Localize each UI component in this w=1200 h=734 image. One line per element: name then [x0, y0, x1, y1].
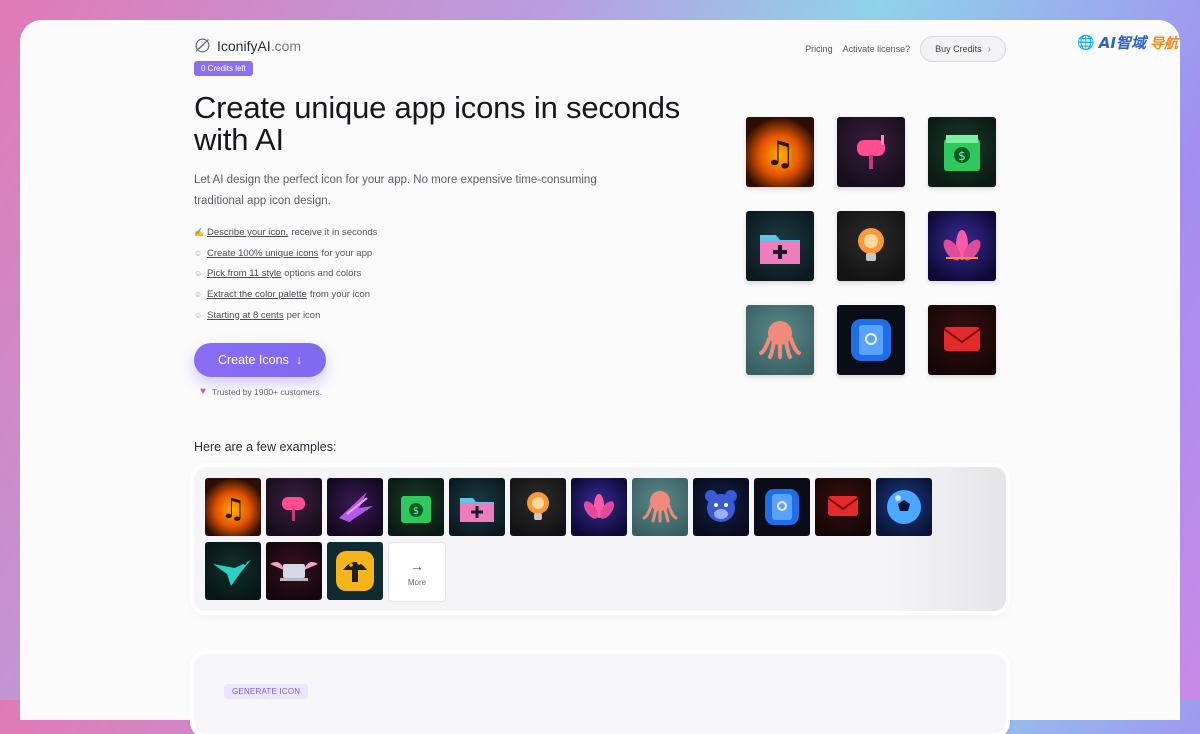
money-book-icon: $ — [928, 117, 996, 187]
soccer-ball-icon[interactable] — [876, 478, 932, 536]
create-icons-button[interactable]: Create Icons ↓ — [194, 343, 326, 377]
feature-item: ✍ Describe your icon, receive it in secon… — [194, 226, 378, 238]
create-icons-label: Create Icons — [217, 353, 289, 367]
watermark-text-nav: 导航 — [1150, 35, 1178, 52]
smile-icon: ☺ — [194, 310, 203, 320]
feature-link[interactable]: Describe your icon, — [207, 227, 288, 238]
app-store-icon[interactable] — [754, 478, 810, 536]
examples-panel: ♫ $ → More — [194, 467, 1006, 611]
lotus-icon[interactable] — [571, 478, 627, 536]
mailbox-icon — [837, 117, 905, 187]
feature-list: ✍ Describe your icon, receive it in secon… — [194, 222, 377, 325]
winged-laptop-icon[interactable] — [266, 542, 322, 600]
hero-title: Create unique app icons in seconds with … — [194, 90, 681, 157]
folder-plus-icon[interactable] — [449, 478, 505, 536]
music-flame-icon: ♫ — [746, 117, 814, 187]
examples-title: Here are a few examples: — [194, 440, 337, 454]
watermark-logo: 🌐 AI智域 导航 — [1077, 32, 1178, 53]
pencil-icon: ✍ — [194, 227, 204, 237]
generate-icon-badge: GENERATE ICON — [224, 684, 309, 699]
globe-icon: 🌐 — [1077, 34, 1095, 51]
more-examples-button[interactable]: → More — [388, 542, 446, 602]
mailbox-icon[interactable] — [266, 478, 322, 536]
svg-text:$: $ — [413, 506, 419, 517]
watermark-text: AI智域 — [1098, 34, 1146, 52]
money-book-icon[interactable]: $ — [388, 478, 444, 536]
app-store-icon — [837, 305, 905, 375]
bird-icon[interactable] — [205, 542, 261, 600]
octopus-icon — [746, 305, 814, 375]
feature-item: ☺ Pick from 11 style options and colors — [194, 268, 362, 280]
envelope-icon — [928, 305, 996, 375]
buy-credits-button[interactable]: Buy Credits › — [920, 36, 1006, 62]
music-flame-icon[interactable]: ♫ — [205, 478, 261, 536]
arrow-right-icon: → — [410, 557, 424, 574]
feature-item: ☺ Create 100% unique icons for your app — [194, 247, 373, 259]
mushroom-icon[interactable] — [327, 542, 383, 600]
chevron-right-icon: › — [987, 43, 991, 55]
arrow-down-icon: ↓ — [295, 353, 303, 367]
feature-link[interactable]: Extract the color palette — [207, 289, 307, 300]
feature-link[interactable]: Create 100% unique icons — [207, 248, 318, 259]
feature-item: ☺ Starting at 8 cents per icon — [194, 309, 321, 321]
trusted-note: ♥ Trusted by 1900+ customers. — [200, 386, 322, 397]
logo-icon — [195, 38, 210, 53]
logo-text: IconifyAI.com — [217, 37, 302, 54]
svg-text:$: $ — [958, 149, 966, 163]
site-logo[interactable]: IconifyAI.com — [194, 37, 301, 54]
showcase-grid: ♫ $ — [746, 117, 998, 377]
svg-text:♫: ♫ — [220, 492, 245, 525]
lotus-icon — [928, 211, 996, 281]
bear-icon[interactable] — [693, 478, 749, 536]
octopus-icon[interactable] — [632, 478, 688, 536]
smile-icon: ☺ — [194, 269, 203, 279]
heart-icon: ♥ — [200, 386, 206, 397]
credits-badge: 0 Credits left — [194, 61, 253, 76]
top-nav: Pricing Activate license? Buy Credits › — [805, 36, 1006, 62]
smile-icon: ☺ — [194, 289, 203, 299]
activate-license-link[interactable]: Activate license? — [843, 44, 911, 54]
feature-link[interactable]: Starting at 8 cents — [207, 310, 284, 321]
hummingbird-icon[interactable] — [327, 478, 383, 536]
pricing-link[interactable]: Pricing — [805, 44, 833, 54]
envelope-icon[interactable] — [815, 478, 871, 536]
svg-text:♫: ♫ — [765, 134, 795, 174]
smile-icon: ☺ — [194, 248, 203, 258]
lightbulb-icon — [837, 211, 905, 281]
more-label: More — [407, 577, 427, 587]
feature-item: ☺ Extract the color palette from your ico… — [194, 288, 370, 300]
hero-subtitle: Let AI design the perfect icon for your … — [194, 174, 597, 207]
buy-credits-label: Buy Credits — [935, 44, 982, 54]
lightbulb-icon[interactable] — [510, 478, 566, 536]
folder-plus-icon — [746, 211, 814, 281]
feature-link[interactable]: Pick from 11 style — [207, 268, 281, 279]
generate-panel: GENERATE ICON — [194, 654, 1006, 734]
